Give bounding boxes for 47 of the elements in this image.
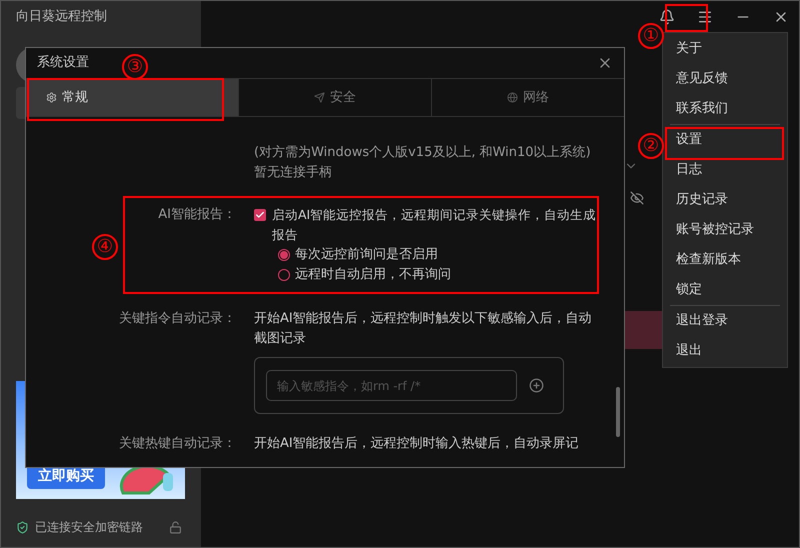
globe-icon [507, 92, 518, 103]
menu-item[interactable]: 设置 [670, 125, 780, 155]
step-number: ② [638, 133, 664, 159]
radio-button[interactable] [278, 269, 290, 281]
eye-off-icon [630, 191, 644, 205]
menu-icon[interactable] [697, 9, 713, 25]
setting-label: AI智能报告： [158, 206, 236, 224]
gear-icon [46, 92, 57, 103]
scrollbar-thumb[interactable] [616, 387, 620, 437]
settings-tab[interactable]: 安全 [238, 79, 431, 116]
connection-status: 已连接安全加密链路 [35, 519, 143, 536]
radio-button[interactable] [278, 249, 290, 261]
lock-icon [169, 520, 182, 534]
menu-item[interactable]: 关于 [670, 34, 780, 64]
menu-item[interactable]: 退出登录 [670, 306, 780, 336]
setting-label: 关键热键自动记录： [119, 435, 236, 453]
step-number: ④ [92, 234, 118, 260]
checkbox[interactable] [254, 209, 266, 221]
menu-item[interactable]: 历史记录 [670, 185, 780, 215]
menu-item[interactable]: 联系我们 [670, 94, 780, 124]
setting-description: 开始AI智能报告后，远程控制时触发以下敏感输入后，自动截图记录 [254, 310, 592, 348]
menu-item[interactable]: 日志 [670, 155, 780, 185]
command-input[interactable]: 输入敏感指令，如rm -rf /* [266, 370, 517, 401]
step-number: ① [638, 23, 664, 49]
highlight-frame [665, 4, 708, 32]
radio-label: 每次远控前询问是否启用 [295, 246, 438, 264]
app-title: 向日葵远程控制 [16, 9, 108, 25]
info-text: 暂无连接手柄 [254, 164, 333, 182]
checkbox-label: 启动AI智能远控报告，远程期间记录关键操作，自动生成报告 [272, 206, 598, 244]
shield-icon [16, 520, 29, 534]
dialog-title: 系统设置 [37, 54, 89, 72]
menu-item[interactable]: 账号被控记录 [670, 215, 780, 245]
notification-icon[interactable] [659, 9, 675, 25]
setting-description: 开始AI智能报告后，远程控制时输入热键后，自动录屏记 [254, 435, 579, 453]
menu-item[interactable]: 意见反馈 [670, 64, 780, 94]
setting-label: 关键指令自动记录： [119, 310, 236, 328]
radio-label: 远程时自动启用，不再询问 [295, 266, 451, 284]
menu-item[interactable]: 检查新版本 [670, 245, 780, 275]
action-bar [625, 311, 665, 349]
menu-item[interactable]: 锁定 [670, 275, 780, 305]
menu-item[interactable]: 退出 [670, 336, 780, 366]
send-icon [314, 92, 325, 103]
settings-tab[interactable]: 常规 [26, 79, 238, 116]
info-text: (对方需为Windows个人版v15及以上, 和Win10以上系统) [254, 144, 592, 162]
settings-tab[interactable]: 网络 [431, 79, 624, 116]
add-icon[interactable] [529, 378, 544, 393]
step-number: ③ [122, 54, 148, 80]
